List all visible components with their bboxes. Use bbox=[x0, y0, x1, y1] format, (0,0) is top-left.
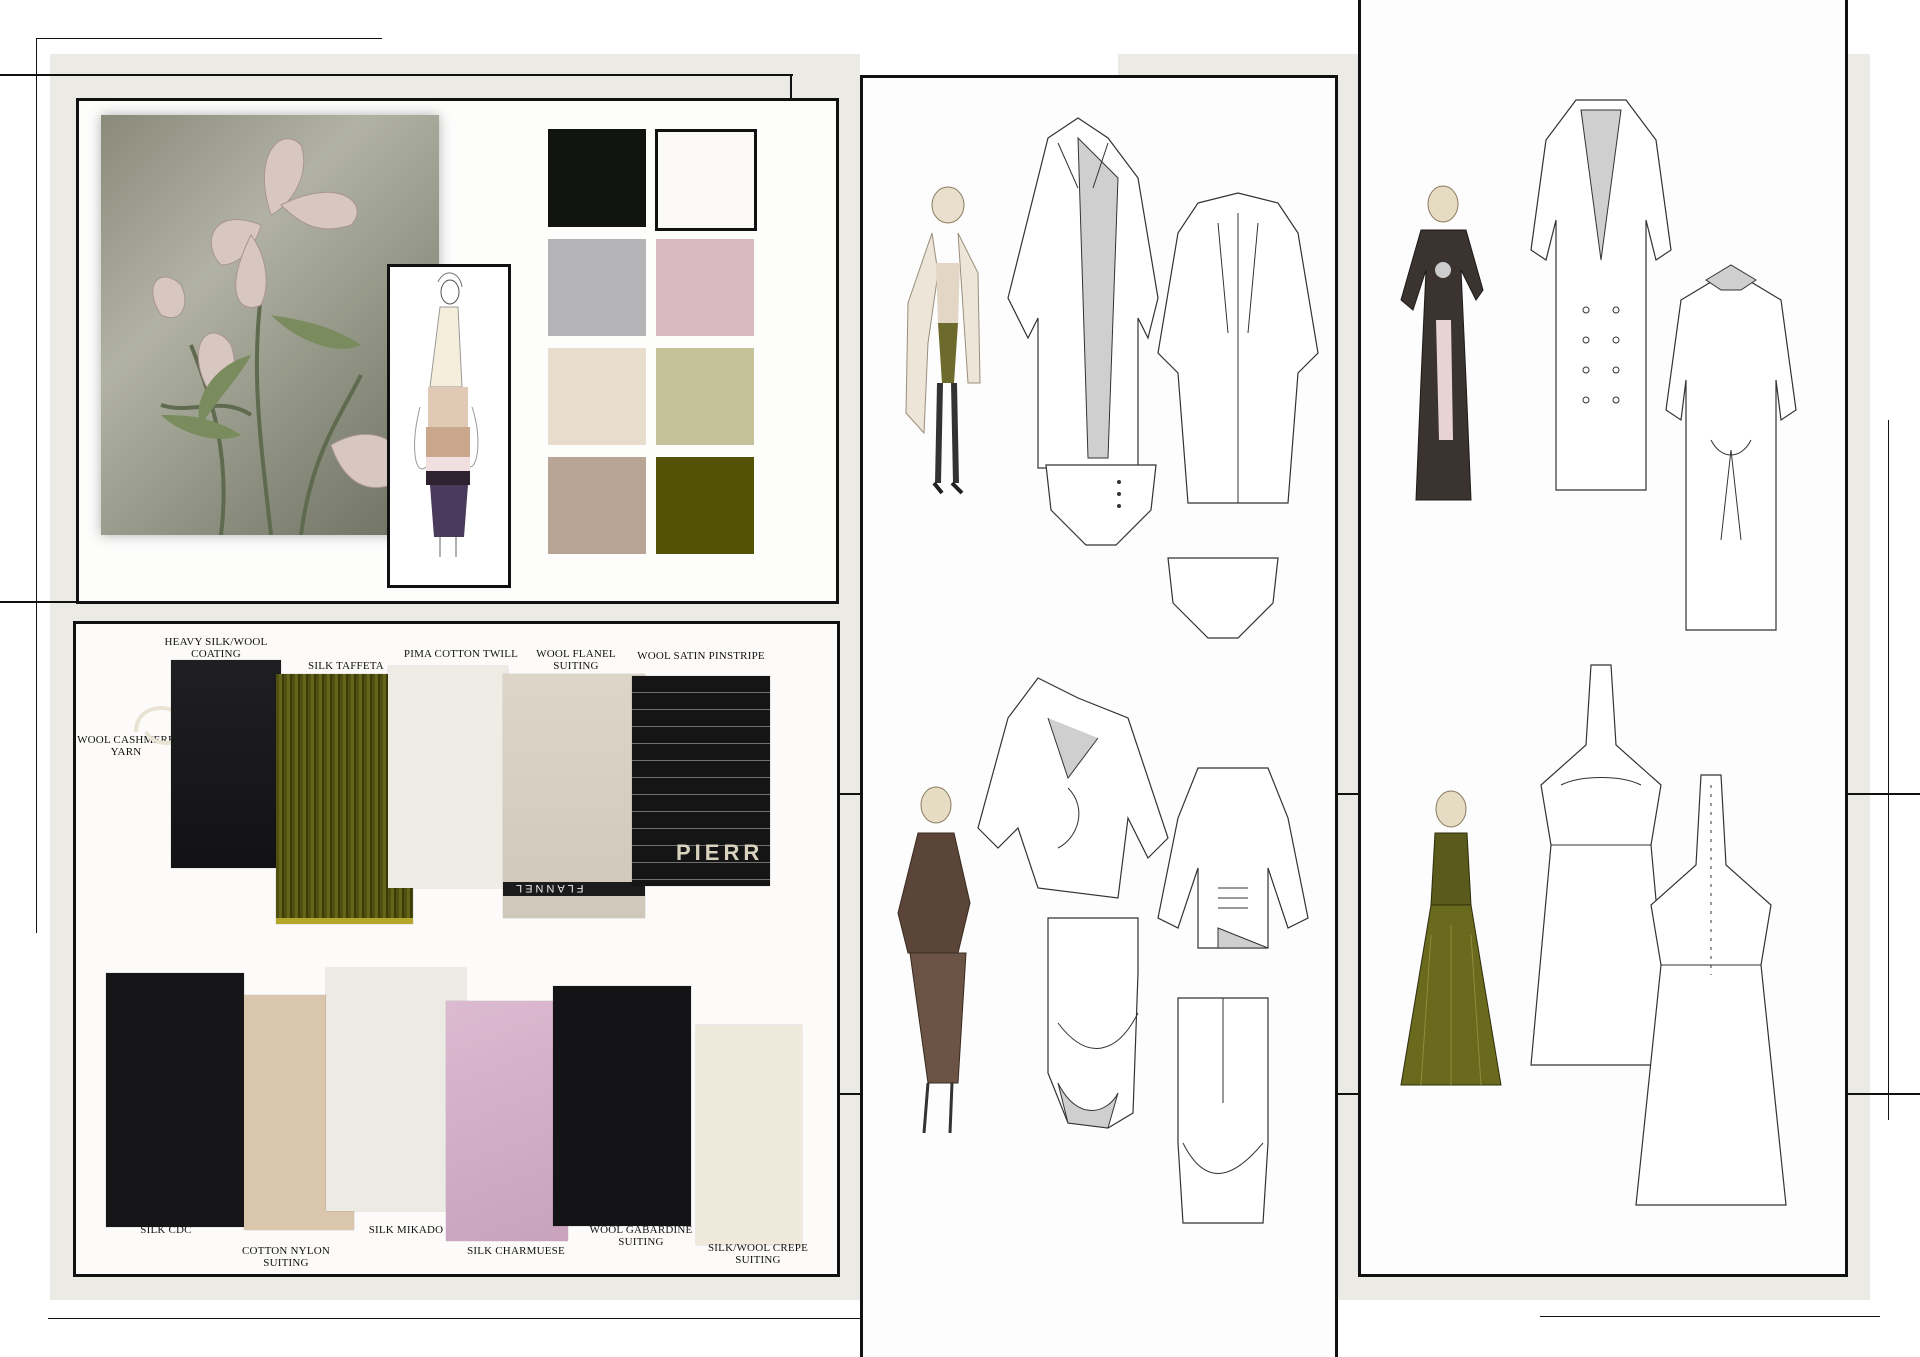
fabric-swatch-pima-cotton bbox=[388, 666, 508, 888]
illustration-draped-suit-figure bbox=[897, 786, 971, 1134]
fabric-swatch-wool-satin: PIERR bbox=[632, 676, 770, 886]
fabric-swatch-silk-charmuese bbox=[446, 1001, 568, 1241]
deco-line-bottom-right bbox=[1540, 1316, 1880, 1317]
illustration-trench-coat-figure bbox=[905, 186, 981, 495]
palette-swatch-6 bbox=[656, 348, 754, 445]
palette-swatch-1 bbox=[548, 129, 646, 227]
fabric-swatch-silk-cdc bbox=[106, 973, 244, 1227]
palette-swatch-5 bbox=[548, 348, 646, 445]
design-frame-middle bbox=[860, 75, 1338, 1357]
deco-line-top-vertical bbox=[36, 38, 37, 933]
fabric-label-silk-charmuese: SILK CHARMUESE bbox=[467, 1245, 565, 1257]
deco-line-top-2 bbox=[0, 74, 793, 76]
design-frame-right bbox=[1358, 0, 1848, 1277]
flat-draped-skirt-front bbox=[1047, 917, 1139, 1129]
palette-swatch-3 bbox=[548, 239, 646, 336]
illustration-black-dress-figure bbox=[1400, 185, 1484, 501]
fabric-label-pima-cotton: PIMA COTTON TWILL bbox=[403, 648, 519, 660]
moodboard-frame bbox=[76, 98, 839, 604]
flat-briefs-back bbox=[1167, 557, 1279, 639]
fabric-label-heavy-silk: HEAVY SILK/WOOL COATING bbox=[164, 636, 268, 660]
palette-swatch-4 bbox=[656, 239, 754, 336]
fabric-label-silk-cdc: SILK CDC bbox=[140, 1224, 192, 1236]
flat-draped-skirt-back bbox=[1177, 997, 1269, 1224]
deco-line-bottom bbox=[48, 1318, 860, 1319]
flat-halter-gown-back bbox=[1635, 774, 1787, 1206]
colour-sketch-card bbox=[387, 264, 511, 588]
deco-line-top bbox=[36, 38, 382, 39]
flat-briefs-front bbox=[1045, 464, 1157, 546]
fabric-label-wool-flanel: WOOL FLANEL SUITING bbox=[536, 648, 616, 672]
figure-colour-blocking-sketch bbox=[414, 272, 479, 557]
fabric-label-cotton-nylon: COTTON NYLON SUITING bbox=[241, 1245, 331, 1269]
fabric-swatch-wool-flanel: FLANNEL bbox=[503, 674, 645, 918]
palette-swatch-2 bbox=[655, 129, 757, 231]
flat-trench-coat-back bbox=[1157, 192, 1319, 504]
deco-line-mid bbox=[0, 601, 80, 603]
fabric-label-silk-taffeta: SILK TAFFETA bbox=[308, 660, 384, 672]
deco-line-right-vertical bbox=[1888, 420, 1889, 1120]
palette-swatch-7 bbox=[548, 457, 646, 554]
flat-double-breasted-dress-back bbox=[1665, 264, 1797, 631]
fabric-label-silk-wool-crepe: SILK/WOOL CREPE SUITING bbox=[707, 1242, 809, 1266]
flannel-selvedge-text: FLANNEL bbox=[513, 882, 584, 894]
deco-line-v2 bbox=[790, 74, 792, 98]
fabric-label-wool-gabardine: WOOL GABARDINE SUITING bbox=[589, 1224, 693, 1248]
flat-draped-jacket-back bbox=[1157, 767, 1309, 949]
fabric-swatch-silk-mikado bbox=[326, 968, 466, 1211]
fabric-swatch-silk-wool-crepe bbox=[696, 1025, 802, 1245]
pinstripe-selvedge-text: PIERR bbox=[676, 840, 764, 865]
palette-swatch-8 bbox=[656, 457, 754, 554]
fabric-swatch-wool-gabardine bbox=[553, 986, 691, 1226]
fabric-swatch-heavy-silk bbox=[171, 660, 281, 868]
fabric-label-wool-satin: WOOL SATIN PINSTRIPE bbox=[637, 650, 765, 662]
fabric-label-silk-mikado: SILK MIKADO bbox=[368, 1224, 444, 1236]
illustration-olive-gown-figure bbox=[1400, 790, 1502, 1086]
flat-draped-jacket-front bbox=[977, 677, 1169, 899]
fabric-board-frame: HEAVY SILK/WOOL COATING SILK TAFFETA PIM… bbox=[73, 621, 840, 1277]
